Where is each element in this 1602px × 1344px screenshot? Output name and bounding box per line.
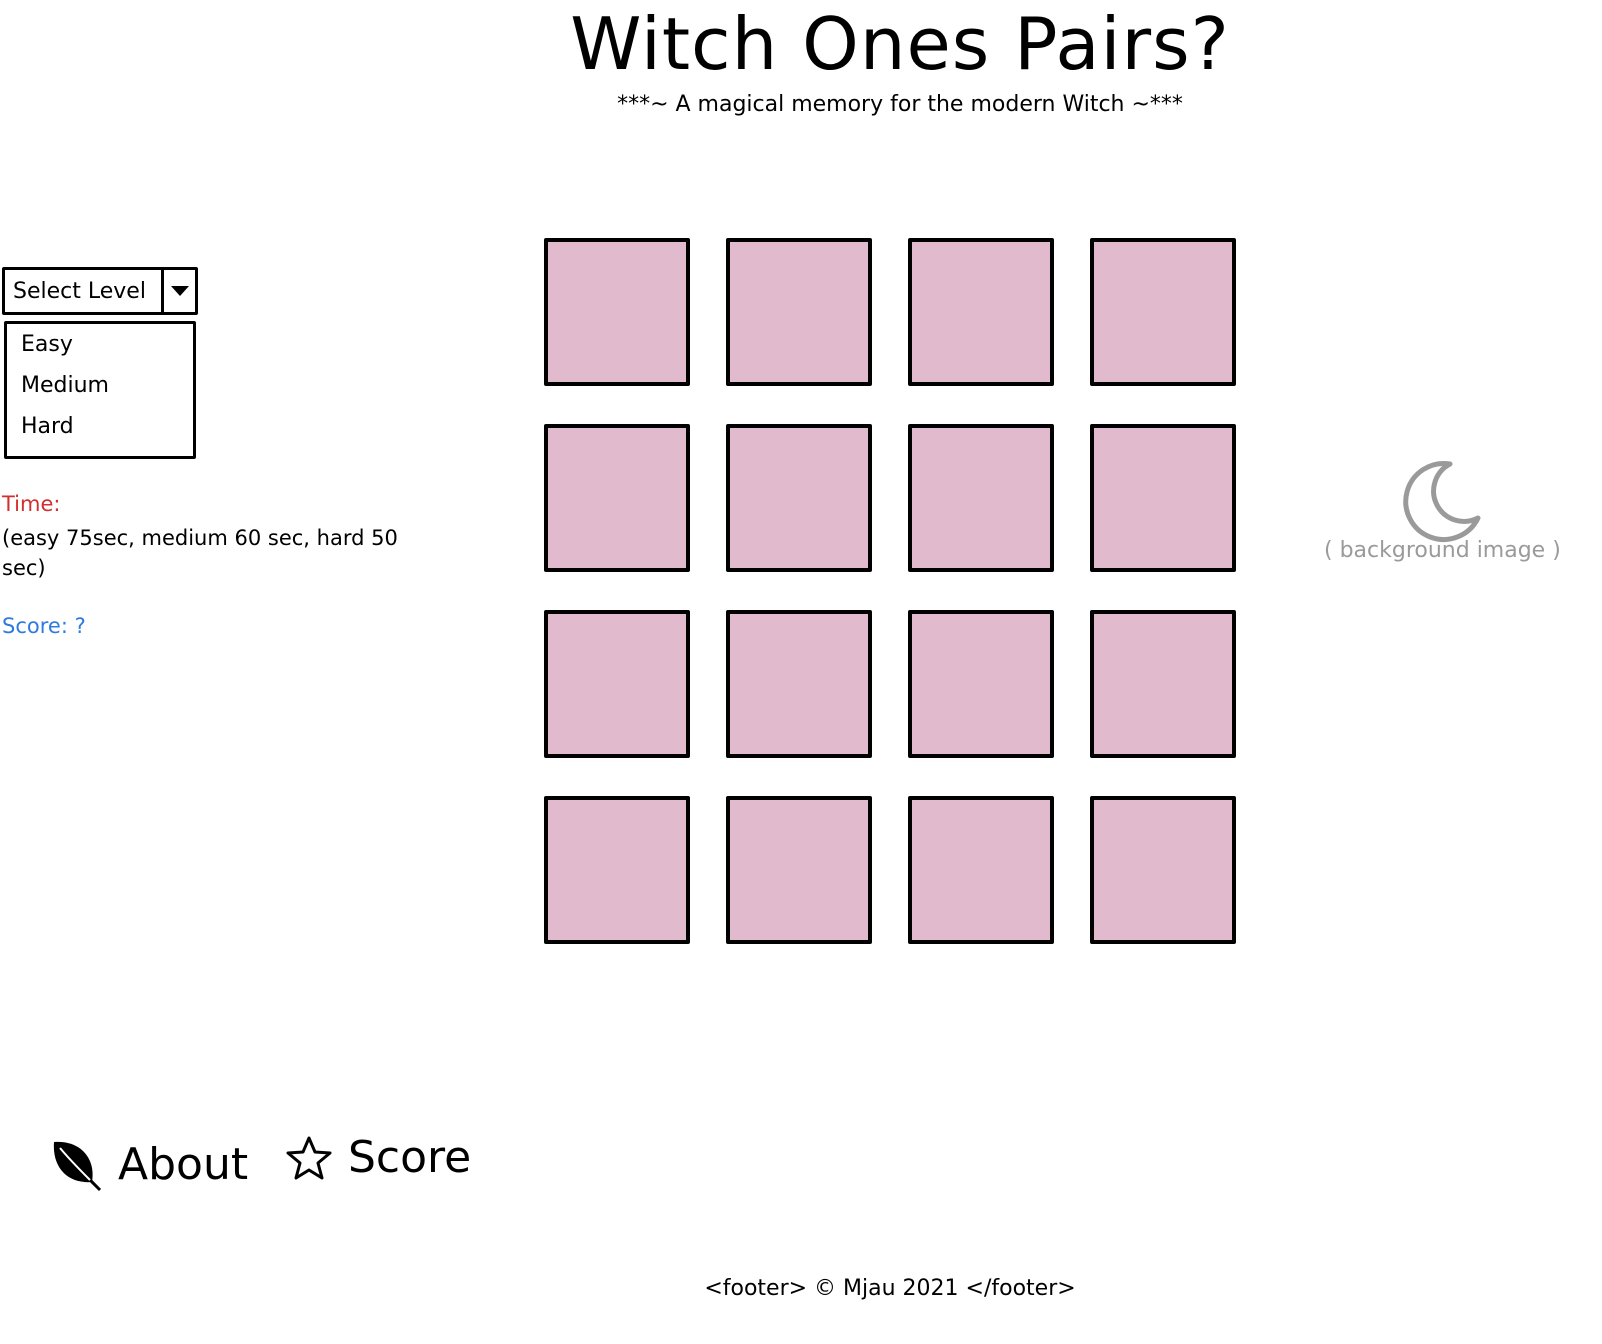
about-link[interactable]: About xyxy=(50,1136,248,1192)
level-select-toggle[interactable] xyxy=(161,270,195,312)
memory-card[interactable] xyxy=(1090,610,1236,758)
memory-card[interactable] xyxy=(908,238,1054,386)
background-image-label: ( background image ) xyxy=(1324,538,1561,563)
time-label: Time: xyxy=(2,492,61,516)
memory-card[interactable] xyxy=(908,424,1054,572)
star-icon xyxy=(286,1136,332,1179)
level-select[interactable]: Select Level xyxy=(2,267,198,315)
score-link-label: Score xyxy=(348,1132,472,1183)
level-option-hard[interactable]: Hard xyxy=(21,414,74,440)
memory-card[interactable] xyxy=(544,610,690,758)
memory-card[interactable] xyxy=(908,796,1054,944)
memory-card[interactable] xyxy=(544,424,690,572)
page-subtitle: ***~ A magical memory for the modern Wit… xyxy=(617,92,1183,117)
score-label: Score: ? xyxy=(2,614,86,638)
memory-card[interactable] xyxy=(726,796,872,944)
about-link-label: About xyxy=(118,1138,249,1190)
level-option-easy[interactable]: Easy xyxy=(21,332,73,358)
memory-card[interactable] xyxy=(1090,424,1236,572)
page-title: Witch Ones Pairs? xyxy=(570,2,1230,86)
memory-card[interactable] xyxy=(908,610,1054,758)
card-grid xyxy=(544,238,1240,946)
footer-text: <footer> © Mjau 2021 </footer> xyxy=(704,1276,1076,1301)
level-select-label: Select Level xyxy=(13,278,146,304)
level-option-medium[interactable]: Medium xyxy=(21,373,109,399)
moon-icon xyxy=(1403,461,1481,542)
memory-card[interactable] xyxy=(726,610,872,758)
memory-card[interactable] xyxy=(544,238,690,386)
leaf-icon xyxy=(53,1141,102,1192)
level-options-list: Easy Medium Hard xyxy=(4,321,196,459)
time-description: (easy 75sec, medium 60 sec, hard 50 sec) xyxy=(2,526,398,580)
memory-card[interactable] xyxy=(1090,796,1236,944)
memory-card[interactable] xyxy=(544,796,690,944)
memory-card[interactable] xyxy=(1090,238,1236,386)
chevron-down-icon xyxy=(170,286,189,296)
score-link[interactable]: Score xyxy=(286,1132,471,1183)
memory-card[interactable] xyxy=(726,424,872,572)
memory-card[interactable] xyxy=(726,238,872,386)
